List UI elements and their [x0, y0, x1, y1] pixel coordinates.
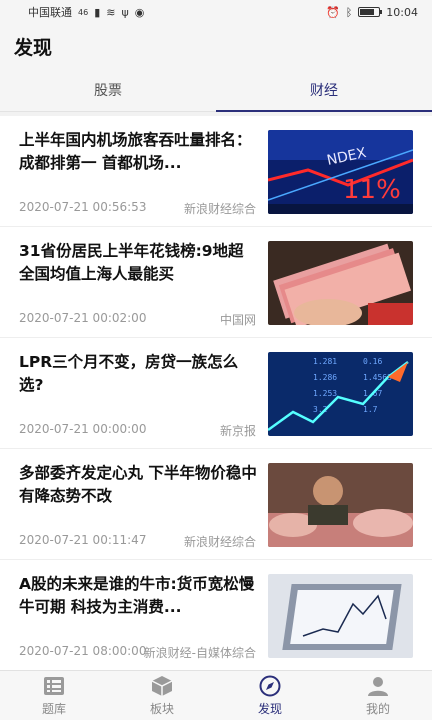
- article-item[interactable]: 31省份居民上半年花钱榜:9地超全国均值上海人最能买 2020-07-21 00…: [0, 227, 432, 338]
- user-icon: [366, 675, 390, 697]
- article-title: A股的未来是谁的牛市:货币宽松慢牛可期 科技为主消费...: [19, 575, 255, 616]
- nav-question-bank[interactable]: 题库: [0, 671, 108, 720]
- article-item[interactable]: LPR三个月不变，房贷一族怎么选? 2020-07-21 00:00:00 新京…: [0, 338, 432, 449]
- article-source: 中国网: [219, 313, 256, 327]
- nav-sectors[interactable]: 板块: [108, 671, 216, 720]
- article-date: 2020-07-21 00:11:47: [19, 533, 147, 547]
- article-date: 2020-07-21 00:02:00: [19, 311, 147, 325]
- eye-icon: ◉: [134, 5, 145, 19]
- article-thumbnail: NDEX 11%: [268, 130, 413, 214]
- article-source: 新京报: [219, 424, 256, 438]
- question-bank-icon: [42, 675, 66, 697]
- article-date: 2020-07-21 00:56:53: [19, 200, 147, 214]
- alarm-icon: ⏰: [325, 5, 340, 19]
- svg-text:1.281: 1.281: [313, 357, 337, 366]
- signal-icon: 46: [78, 7, 89, 17]
- nav-label: 板块: [149, 701, 174, 716]
- article-list: 上半年国内机场旅客吞吐量排名：成都排第一 首都机场... 2020-07-21 …: [0, 116, 432, 670]
- svg-text:1.253: 1.253: [313, 389, 337, 398]
- article-thumbnail: 1.281 0.16 1.286 1.4563 1.253 1.67 3.2 1.7: [268, 352, 413, 436]
- battery-icon: [358, 7, 383, 17]
- article-title: LPR三个月不变，房贷一族怎么选?: [19, 353, 239, 394]
- article-thumbnail: [268, 463, 413, 547]
- article-thumbnail: [268, 241, 413, 325]
- status-bar: 中国联通 46 ▮ ≋ ψ ◉ ⏰ ᛒ 10:04: [0, 0, 432, 24]
- article-item[interactable]: 上半年国内机场旅客吞吐量排名：成都排第一 首都机场... 2020-07-21 …: [0, 116, 432, 227]
- article-item[interactable]: 多部委齐发定心丸 下半年物价稳中有降态势不改 2020-07-21 00:11:…: [0, 449, 432, 560]
- article-source: 新浪财经综合: [183, 202, 256, 216]
- nav-label: 发现: [257, 701, 282, 716]
- article-date: 2020-07-21 00:00:00: [19, 422, 147, 436]
- cellular-bars-icon: ▮: [94, 5, 101, 19]
- tab-finance[interactable]: 财经: [216, 68, 432, 112]
- article-title: 31省份居民上半年花钱榜:9地超全国均值上海人最能买: [19, 242, 244, 283]
- bluetooth-icon: ᛒ: [345, 5, 353, 19]
- article-title: 多部委齐发定心丸 下半年物价稳中有降态势不改: [19, 464, 257, 505]
- carrier-label: 中国联通: [28, 6, 72, 19]
- page-title: 发现: [14, 36, 53, 59]
- compass-icon: [258, 675, 282, 697]
- clock: 10:04: [386, 5, 418, 19]
- article-date: 2020-07-21 08:00:00: [19, 644, 147, 658]
- nav-label: 题库: [41, 701, 66, 716]
- article-item[interactable]: A股的未来是谁的牛市:货币宽松慢牛可期 科技为主消费... 2020-07-21…: [0, 560, 432, 670]
- article-title: 上半年国内机场旅客吞吐量排名：成都排第一 首都机场...: [19, 131, 252, 172]
- article-source: 新浪财经综合: [183, 535, 256, 549]
- article-thumbnail: [268, 574, 413, 658]
- usb-icon: ψ: [121, 5, 129, 19]
- app-header: 发现: [0, 24, 432, 68]
- svg-text:0.16: 0.16: [363, 357, 382, 366]
- article-source: 新浪财经-自媒体综合: [143, 646, 256, 660]
- tab-stocks[interactable]: 股票: [0, 68, 216, 111]
- wifi-icon: ≋: [106, 5, 116, 19]
- svg-text:1.7: 1.7: [363, 405, 378, 414]
- svg-text:1.286: 1.286: [313, 373, 337, 382]
- category-tabs: 股票 财经: [0, 68, 432, 112]
- bottom-nav: 题库 板块 发现 我的: [0, 670, 432, 720]
- nav-profile[interactable]: 我的: [324, 671, 432, 720]
- cube-icon: [150, 675, 174, 697]
- svg-text:11%: 11%: [343, 175, 401, 205]
- nav-discover[interactable]: 发现: [216, 671, 324, 720]
- nav-label: 我的: [365, 701, 390, 716]
